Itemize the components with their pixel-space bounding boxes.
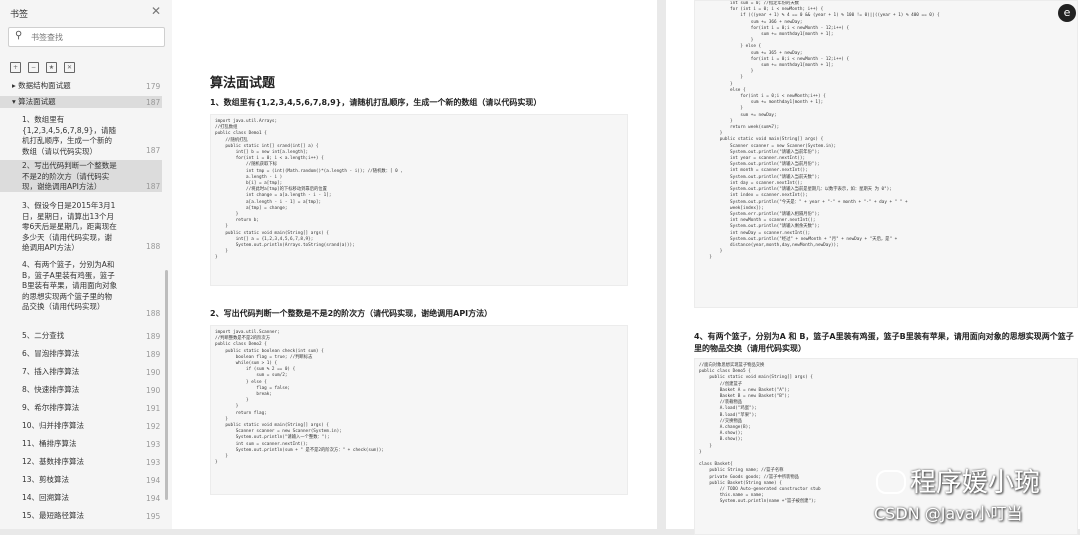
bookmark-label: 1、数组里有{1,2,3,4,5,6,7,8,9}，请随机打乱顺序，生成一个新的…	[22, 115, 117, 156]
bookmark-page-number: 189	[146, 332, 161, 341]
user-avatar[interactable]: e	[1058, 4, 1076, 22]
bookmark-page-number: 192	[146, 422, 161, 431]
add-bookmark-icon[interactable]: ★	[46, 62, 57, 73]
bookmark-item[interactable]: 12、基数排序算法 193	[0, 456, 162, 468]
bookmark-item[interactable]: 11、桶排序算法 193	[0, 438, 162, 450]
bookmark-page-number: 187	[146, 146, 161, 155]
question-1: 1、数组里有{1,2,3,4,5,6,7,8,9}，请随机打乱顺序，生成一个新的…	[210, 98, 542, 107]
bookmark-label: 4、有两个篮子，分别为A和B，篮子A里装有鸡蛋，篮子B里装有苹果，请用面向对象的…	[22, 260, 118, 311]
collapse-all-icon[interactable]: −	[28, 62, 39, 73]
pdf-page-right: int sum = 0; //指定年份的天数 for (int i = 0; i…	[666, 0, 1080, 535]
close-icon[interactable]: ✕	[151, 4, 161, 18]
expand-all-icon[interactable]: +	[10, 62, 21, 73]
bookmark-label: 8、快速排序算法	[22, 385, 80, 394]
question-4: 4、有两个篮子，分别为A 和 B，篮子A里装有鸡蛋，篮子B里装有苹果，请用面向对…	[694, 332, 1074, 353]
watermark-csdn: CSDN @Java小叮当	[874, 504, 1023, 523]
bookmark-page-number: 190	[146, 368, 161, 377]
bookmark-item[interactable]: 10、归并排序算法 192	[0, 420, 162, 432]
bookmark-label: ▾ 算法面试题	[12, 97, 56, 106]
bookmark-search-input[interactable]	[29, 30, 161, 45]
sidebar-header: 书签 ✕	[0, 0, 172, 26]
bookmark-page-number: 191	[146, 404, 161, 413]
bookmark-label: 9、希尔排序算法	[22, 403, 80, 412]
bookmark-label: 13、剪枝算法	[22, 475, 70, 484]
bookmark-page-number: 188	[146, 242, 161, 251]
bookmark-label: 6、冒泡排序算法	[22, 349, 80, 358]
bookmark-page-number: 187	[146, 182, 161, 191]
sidebar-title: 书签	[10, 10, 29, 20]
bookmark-label: 11、桶排序算法	[22, 439, 77, 448]
bookmark-item[interactable]: 14、回溯算法 194	[0, 492, 162, 504]
bookmark-item[interactable]: 6、冒泡排序算法 189	[0, 348, 162, 360]
bookmark-item[interactable]: 9、希尔排序算法 191	[0, 402, 162, 414]
bookmark-page-number: 188	[146, 309, 161, 318]
bookmark-label: 7、插入排序算法	[22, 367, 80, 376]
section-heading: 算法面试题	[210, 76, 276, 91]
bookmark-item[interactable]: 15、最短路径算法 195	[0, 510, 162, 522]
bookmark-label: 2、写出代码判断一个整数是不是2的阶次方（请代码实现，谢绝调用API方法）	[22, 161, 117, 191]
watermark-author: 程序媛小琬	[910, 468, 1041, 498]
bookmark-page-number: 189	[146, 350, 161, 359]
bookmark-item[interactable]: ▸ 数据结构面试题 179	[0, 80, 162, 92]
bookmark-item[interactable]: ▾ 算法面试题 187	[0, 96, 162, 108]
bookmark-label: 15、最短路径算法	[22, 511, 85, 520]
bookmark-page-number: 194	[146, 494, 161, 503]
bookmark-page-number: 179	[146, 82, 161, 91]
bookmark-label: 12、基数排序算法	[22, 457, 85, 466]
bookmark-item[interactable]: 7、插入排序算法 190	[0, 366, 162, 378]
bookmark-item[interactable]: 3、假设今日是2015年3月1日，星期日，请算出13个月零6天后是星期几，距离现…	[0, 200, 162, 252]
bookmark-item[interactable]: 1、数组里有{1,2,3,4,5,6,7,8,9}，请随机打乱顺序，生成一个新的…	[0, 114, 162, 156]
bookmark-page-number: 195	[146, 512, 161, 521]
bookmark-label: 14、回溯算法	[22, 493, 70, 502]
bookmark-page-number: 190	[146, 386, 161, 395]
bookmark-label: ▸ 数据结构面试题	[12, 81, 71, 90]
bookmark-search[interactable]: ⚲	[8, 27, 165, 47]
bookmark-item[interactable]: 13、剪枝算法 194	[0, 474, 162, 486]
bookmark-item[interactable]: 4、有两个篮子，分别为A和B，篮子A里装有鸡蛋，篮子B里装有苹果，请用面向对象的…	[0, 259, 162, 319]
bookmark-label: 10、归并排序算法	[22, 421, 85, 430]
code-block-2: import java.util.Scanner; //判断整数是不是2的阶次方…	[210, 325, 628, 495]
code-block-3: int sum = 0; //指定年份的天数 for (int i = 0; i…	[694, 0, 1078, 308]
wechat-icon	[876, 470, 906, 494]
bookmark-page-number: 193	[146, 440, 161, 449]
bookmark-item[interactable]: 5、二分查找 189	[0, 330, 162, 342]
search-icon: ⚲	[15, 30, 23, 41]
bookmark-page-number: 187	[146, 98, 161, 107]
sidebar-toolbar: + − ★ ✕	[10, 54, 82, 73]
bookmark-label: 3、假设今日是2015年3月1日，星期日，请算出13个月零6天后是星期几，距离现…	[22, 201, 117, 252]
bookmark-label: 5、二分查找	[22, 331, 65, 340]
bookmark-page-number: 193	[146, 458, 161, 467]
bookmark-item[interactable]: 2、写出代码判断一个整数是不是2的阶次方（请代码实现，谢绝调用API方法） 187	[0, 160, 162, 192]
bookmark-sidebar: 书签 ✕ ⚲ +−★ ✕ ▸ 数据结构面试题 179 ▾ 算法面试题 187 1、数组里有…	[0, 0, 173, 529]
code-block-1: import java.util.Arrays; //打乱数组 public c…	[210, 114, 628, 286]
sidebar-scrollbar[interactable]	[165, 270, 168, 500]
question-2: 2、写出代码判断一个整数是不是2的阶次方（请代码实现，谢绝调用API方法）	[210, 309, 493, 318]
bookmark-page-number: 194	[146, 476, 161, 485]
bookmark-item[interactable]: 8、快速排序算法 190	[0, 384, 162, 396]
pdf-page-left: 算法面试题 1、数组里有{1,2,3,4,5,6,7,8,9}，请随机打乱顺序，…	[172, 0, 657, 529]
delete-bookmark-icon[interactable]: ✕	[64, 62, 75, 73]
